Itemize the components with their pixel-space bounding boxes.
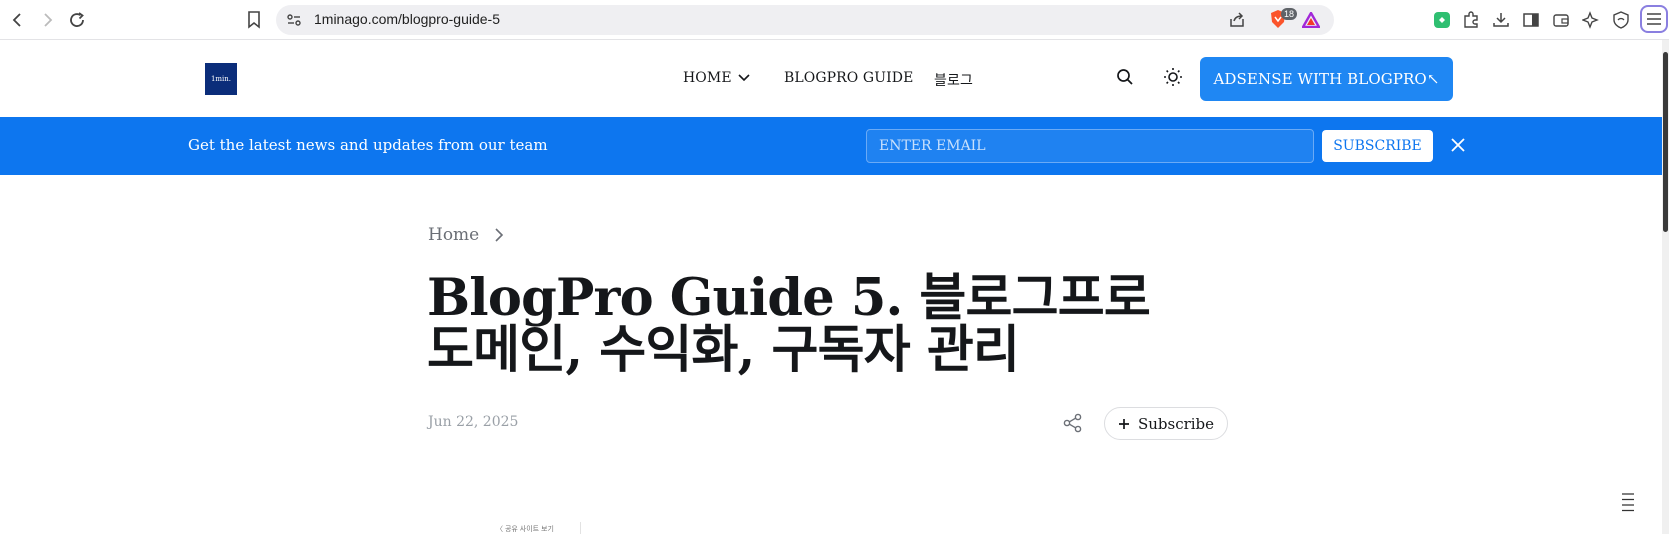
thumbnail-caption: 〈 공유 사이트 보기 bbox=[496, 526, 554, 533]
plus-icon bbox=[1118, 418, 1129, 429]
site-logo[interactable]: 1min. bbox=[205, 63, 237, 95]
announcement-message: Get the latest news and updates from our… bbox=[188, 136, 548, 154]
browser-toolbar: 1minago.com/blogpro-guide-5 18 bbox=[0, 0, 1669, 40]
article-title: BlogPro Guide 5. 블로그프로 도메인, 수익화, 구독자 관리 bbox=[427, 268, 1151, 380]
nav-blog[interactable]: 블로그 bbox=[934, 70, 973, 90]
brave-badge-count: 18 bbox=[1281, 8, 1298, 20]
thumbnail-divider bbox=[580, 522, 581, 534]
breadcrumb: Home bbox=[428, 225, 504, 245]
forward-icon[interactable] bbox=[35, 8, 59, 32]
brave-rewards-icon[interactable] bbox=[1300, 10, 1322, 32]
sidebar-icon[interactable] bbox=[1520, 9, 1542, 31]
logo-text: 1min. bbox=[210, 75, 232, 83]
back-icon[interactable] bbox=[6, 8, 30, 32]
wallet-icon[interactable] bbox=[1550, 9, 1572, 31]
download-icon[interactable] bbox=[1490, 9, 1512, 31]
adsense-cta-button[interactable]: ADSENSE WITH BLOGPRO↖ bbox=[1200, 57, 1453, 101]
announcement-bar: Get the latest news and updates from our… bbox=[0, 117, 1662, 175]
scrollbar-thumb[interactable] bbox=[1663, 52, 1668, 232]
breadcrumb-home[interactable]: Home bbox=[428, 225, 479, 245]
search-icon[interactable] bbox=[1116, 68, 1134, 90]
floating-menu-icon[interactable] bbox=[1621, 492, 1635, 516]
url-text[interactable]: 1minago.com/blogpro-guide-5 bbox=[314, 11, 500, 27]
announcement-subscribe-button[interactable]: SUBSCRIBE bbox=[1322, 130, 1433, 162]
page-scrollbar[interactable] bbox=[1662, 40, 1669, 534]
leo-ai-icon[interactable] bbox=[1580, 9, 1602, 31]
vpn-icon[interactable] bbox=[1610, 9, 1632, 31]
reload-icon[interactable] bbox=[65, 8, 89, 32]
theme-toggle-sun-icon[interactable] bbox=[1163, 67, 1183, 91]
close-icon[interactable] bbox=[1450, 137, 1466, 157]
address-bar[interactable]: 1minago.com/blogpro-guide-5 18 bbox=[276, 5, 1334, 35]
article-date: Jun 22, 2025 bbox=[428, 414, 519, 430]
share-icon[interactable] bbox=[1063, 413, 1083, 437]
article-subscribe-label: Subscribe bbox=[1137, 414, 1215, 433]
bookmark-icon[interactable] bbox=[242, 8, 266, 32]
extension-green-icon[interactable] bbox=[1431, 9, 1453, 31]
menu-icon[interactable] bbox=[1640, 5, 1668, 33]
article-subscribe-button[interactable]: Subscribe bbox=[1104, 407, 1228, 440]
site-info-icon[interactable] bbox=[286, 12, 302, 32]
nav-blogpro-guide[interactable]: BLOGPRO GUIDE bbox=[784, 70, 913, 86]
chevron-right-icon bbox=[495, 228, 504, 242]
nav-home[interactable]: HOME bbox=[683, 70, 750, 86]
site-header: 1min. HOME BLOGPRO GUIDE 블로그 ADSENSE WIT… bbox=[0, 40, 1662, 117]
share-icon[interactable] bbox=[1228, 11, 1246, 33]
email-input[interactable] bbox=[866, 129, 1314, 163]
puzzle-icon[interactable] bbox=[1460, 9, 1482, 31]
chevron-down-icon bbox=[738, 74, 750, 82]
nav-home-label: HOME bbox=[683, 70, 732, 86]
